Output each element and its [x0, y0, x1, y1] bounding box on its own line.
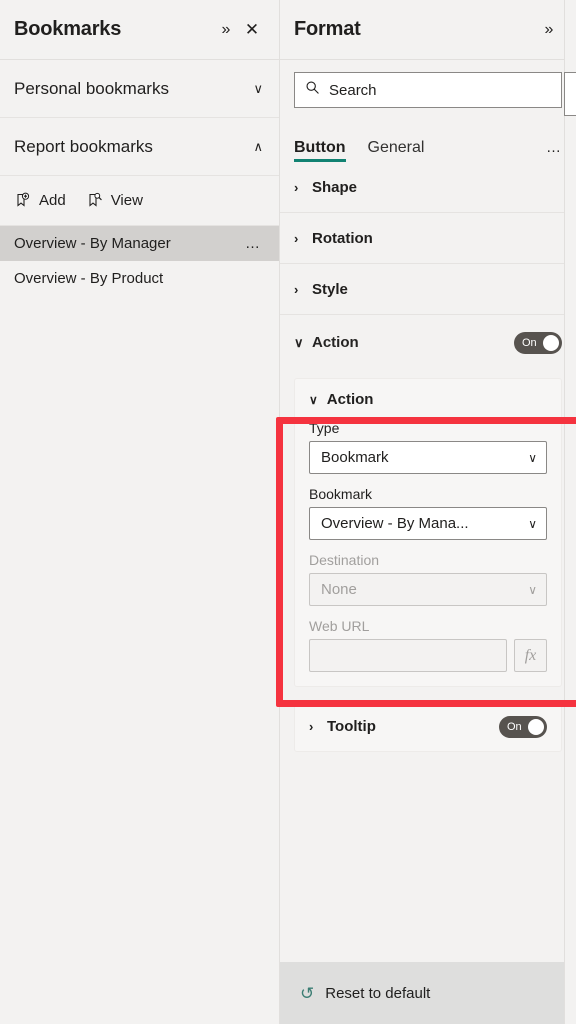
bookmark-view-icon	[86, 192, 104, 210]
bookmarks-section-report[interactable]: Report bookmarks ∧	[0, 118, 279, 176]
list-item-bookmark-by-manager[interactable]: Overview - By Manager …	[0, 226, 279, 261]
field-web-url: Web URL fx	[309, 618, 547, 672]
destination-dropdown-value: None	[321, 581, 357, 598]
field-bookmark-label: Bookmark	[309, 486, 373, 502]
card-style-label: Style	[312, 280, 348, 298]
field-destination: Destination None ∨	[309, 552, 547, 606]
format-title: Format	[294, 18, 361, 40]
chevron-right-icon: ›	[294, 281, 299, 297]
bookmarks-title: Bookmarks	[14, 18, 122, 40]
chevron-down-icon: ∨	[528, 516, 537, 531]
search-icon	[305, 80, 320, 100]
bookmarks-header: Bookmarks » ✕	[0, 0, 279, 60]
search-box[interactable]	[294, 72, 562, 108]
card-shape[interactable]: › Shape	[280, 162, 576, 213]
tooltip-toggle[interactable]: On	[499, 715, 547, 738]
format-search-wrapper	[280, 60, 576, 118]
bookmarks-section-report-label: Report bookmarks	[14, 136, 153, 156]
chevron-down-icon[interactable]: ∨	[253, 82, 263, 95]
bookmarks-list: Overview - By Manager … Overview - By Pr…	[0, 226, 279, 296]
format-header: Format »	[280, 0, 576, 60]
view-bookmark-label: View	[110, 192, 143, 209]
card-style[interactable]: › Style	[280, 264, 576, 315]
partial-offscreen-control	[564, 72, 576, 116]
card-shape-label: Shape	[312, 178, 358, 196]
chevron-double-right-icon[interactable]: »	[213, 17, 239, 43]
toggle-knob	[528, 718, 544, 735]
action-toggle-label: On	[522, 336, 537, 349]
chevron-right-icon: ›	[294, 230, 299, 246]
field-destination-label: Destination	[309, 552, 380, 568]
bookmarks-pane: Bookmarks » ✕ Personal bookmarks ∨ Repor…	[0, 0, 280, 1024]
bookmark-dropdown[interactable]: Overview - By Mana... ∨	[309, 507, 547, 540]
card-rotation-label: Rotation	[312, 229, 373, 247]
card-action-header[interactable]: ∨ Action On	[280, 315, 576, 370]
tab-button[interactable]: Button	[294, 139, 346, 162]
bookmark-label: Overview - By Product	[14, 270, 164, 287]
type-dropdown-value: Bookmark	[321, 449, 389, 466]
chevron-down-icon: ∨	[528, 582, 537, 597]
field-web-url-label: Web URL	[309, 618, 370, 634]
format-pane-right-edge	[564, 0, 576, 1024]
card-tooltip-label: Tooltip	[327, 718, 376, 735]
card-action: ∨ Action On ∨ Action Type Bookmark ∨ Boo…	[280, 315, 576, 687]
chevron-up-icon[interactable]: ∧	[253, 140, 263, 153]
type-dropdown[interactable]: Bookmark ∨	[309, 441, 547, 474]
card-tooltip[interactable]: › Tooltip On	[294, 701, 562, 752]
chevron-right-icon: ›	[309, 719, 314, 734]
field-type: Type Bookmark ∨	[309, 420, 547, 474]
add-bookmark-button[interactable]: Add	[14, 192, 66, 210]
tab-button-label: Button	[294, 139, 346, 156]
action-subcard-header[interactable]: ∨ Action	[309, 391, 547, 408]
action-subcard: ∨ Action Type Bookmark ∨ Bookmark Overvi…	[294, 378, 562, 687]
bookmarks-section-personal-label: Personal bookmarks	[14, 78, 169, 98]
action-subcard-label: Action	[326, 391, 374, 408]
chevron-down-icon: ∨	[528, 450, 537, 465]
chevron-down-icon: ∨	[309, 392, 318, 407]
tabs-overflow-icon[interactable]: …	[546, 139, 562, 162]
tooltip-toggle-label: On	[507, 720, 522, 733]
format-pane: Format » Button	[280, 0, 576, 1024]
format-body: Button General … › Shape › Rotation › St…	[280, 60, 576, 962]
bookmark-label: Overview - By Manager	[14, 235, 171, 252]
toggle-knob	[543, 334, 559, 351]
bookmarks-action-bar: Add View	[0, 176, 279, 226]
chevron-down-icon: ∨	[294, 334, 304, 350]
action-toggle[interactable]: On	[514, 331, 562, 354]
bookmarks-section-personal[interactable]: Personal bookmarks ∨	[0, 60, 279, 118]
card-rotation[interactable]: › Rotation	[280, 213, 576, 264]
destination-dropdown: None ∨	[309, 573, 547, 606]
reset-to-default-button[interactable]: ↺ Reset to default	[280, 962, 576, 1024]
web-url-row: fx	[309, 639, 547, 672]
field-type-label: Type	[309, 420, 340, 436]
view-bookmark-button[interactable]: View	[86, 192, 143, 210]
tab-general[interactable]: General	[368, 139, 425, 162]
close-icon[interactable]: ✕	[239, 17, 265, 43]
field-bookmark: Bookmark Overview - By Mana... ∨	[309, 486, 547, 540]
undo-icon: ↺	[300, 983, 315, 1003]
reset-to-default-label: Reset to default	[325, 984, 431, 1002]
bookmark-more-options-icon[interactable]: …	[245, 235, 265, 252]
list-item-bookmark-by-product[interactable]: Overview - By Product	[0, 261, 279, 296]
chevron-double-right-icon[interactable]: »	[536, 17, 562, 43]
chevron-right-icon: ›	[294, 179, 299, 195]
web-url-input	[309, 639, 507, 672]
card-action-label: Action	[312, 334, 359, 351]
tab-general-label: General	[367, 139, 425, 156]
search-input[interactable]	[329, 81, 551, 99]
add-bookmark-label: Add	[39, 192, 66, 209]
bookmark-dropdown-value: Overview - By Mana...	[321, 515, 469, 532]
format-tabs: Button General …	[280, 118, 576, 162]
power-bi-panes: Bookmarks » ✕ Personal bookmarks ∨ Repor…	[0, 0, 576, 1024]
fx-button: fx	[514, 639, 547, 672]
bookmark-add-icon	[14, 192, 32, 210]
